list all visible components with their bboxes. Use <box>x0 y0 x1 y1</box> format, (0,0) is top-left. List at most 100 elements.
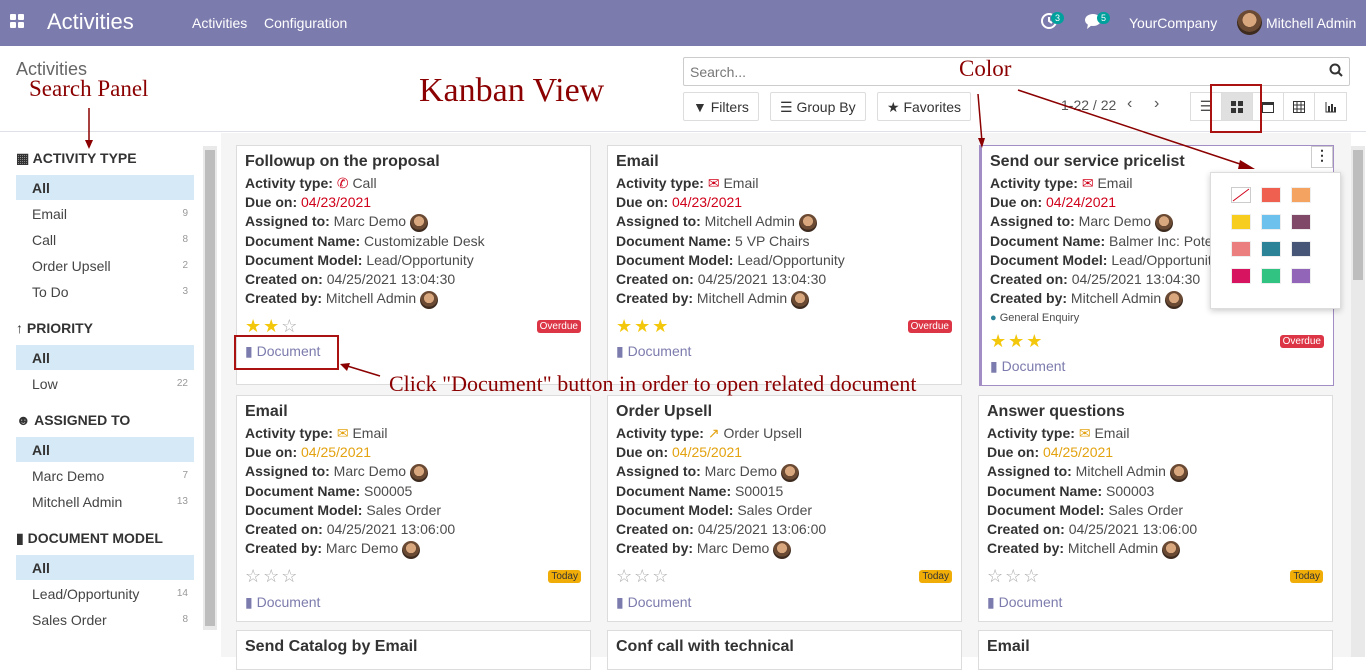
document-button[interactable]: ▮ Document <box>987 594 1062 611</box>
field-label: Document Name: <box>616 232 732 249</box>
star-empty-icon[interactable]: ☆ <box>987 566 1005 586</box>
star-empty-icon[interactable]: ☆ <box>281 566 299 586</box>
field-label: Created by: <box>245 290 323 307</box>
filter-label: Sales Order <box>32 612 107 628</box>
filter-priority-low[interactable]: Low 22 <box>16 371 194 396</box>
menu-activities[interactable]: Activities <box>192 15 247 31</box>
filter-assigned-mitchell[interactable]: Mitchell Admin 13 <box>16 489 194 514</box>
field-label: Assigned to: <box>616 213 701 230</box>
kanban-card[interactable]: Email Activity type: ✉ Email Due on: 04/23… <box>607 145 962 385</box>
color-swatch[interactable] <box>1231 268 1251 284</box>
star-empty-icon[interactable]: ☆ <box>245 566 263 586</box>
priority-stars[interactable]: ☆☆☆ <box>987 566 1041 587</box>
user-avatar[interactable] <box>1237 10 1262 35</box>
filter-label: All <box>32 442 50 458</box>
document-button[interactable]: ▮ Document <box>245 594 320 611</box>
priority-stars[interactable]: ☆☆☆ <box>616 566 670 587</box>
scrollbar-thumb[interactable] <box>1353 150 1363 280</box>
created-on-row: Created on: 04/25/2021 13:06:00 <box>616 520 953 539</box>
color-swatch[interactable] <box>1261 241 1281 257</box>
filter-assigned-all[interactable]: All <box>16 437 194 462</box>
star-empty-icon[interactable]: ☆ <box>616 566 634 586</box>
status-badge: Today <box>548 570 581 583</box>
arrow-up-icon: ↑ <box>16 320 23 336</box>
color-swatch[interactable] <box>1291 214 1311 230</box>
color-swatch[interactable] <box>1291 187 1311 203</box>
star-empty-icon[interactable]: ☆ <box>1023 566 1041 586</box>
priority-stars[interactable]: ☆☆☆ <box>245 566 299 587</box>
filter-activity-email[interactable]: Email 9 <box>16 201 194 226</box>
created-on-row: Created on: 04/25/2021 13:04:30 <box>616 270 953 289</box>
star-filled-icon[interactable]: ★ <box>634 316 652 336</box>
filter-activity-order-upsell[interactable]: Order Upsell 2 <box>16 253 194 278</box>
document-button[interactable]: ▮ Document <box>616 343 691 360</box>
main-scrollbar[interactable] <box>1351 146 1365 657</box>
filters-button[interactable]: ▼ Filters <box>683 92 759 121</box>
status-badge: Today <box>1290 570 1323 583</box>
sidebar-scrollbar[interactable] <box>203 146 217 630</box>
color-swatch[interactable] <box>1291 241 1311 257</box>
filter-activity-call[interactable]: Call 8 <box>16 227 194 252</box>
filters-label: Filters <box>710 99 749 115</box>
kanban-card[interactable]: Email <box>978 630 1333 670</box>
apps-menu-icon[interactable] <box>10 14 24 28</box>
star-empty-icon[interactable]: ☆ <box>263 566 281 586</box>
kanban-card[interactable]: Email Activity type: ✉ Email Due on: 04/25… <box>236 395 591 622</box>
activity-type-row: Activity type: ✉ Email <box>616 174 953 193</box>
document-button[interactable]: ▮ Document <box>990 358 1065 375</box>
star-filled-icon[interactable]: ★ <box>263 316 281 336</box>
kanban-card[interactable]: Answer questions Activity type: ✉ Email Du… <box>978 395 1333 622</box>
color-swatch[interactable] <box>1231 214 1251 230</box>
star-filled-icon[interactable]: ★ <box>652 316 670 336</box>
scrollbar-thumb[interactable] <box>205 150 215 626</box>
document-model-row: Document Model: Lead/Opportunity <box>245 251 582 270</box>
filter-model-all[interactable]: All <box>16 555 194 580</box>
field-label: Due on: <box>245 444 298 461</box>
kanban-card[interactable]: Send Catalog by Email <box>236 630 591 670</box>
priority-stars[interactable]: ★★☆ <box>245 316 299 337</box>
document-model-row: Document Model: Sales Order <box>987 501 1324 520</box>
filter-model-lead[interactable]: Lead/Opportunity 14 <box>16 581 194 606</box>
filter-priority-all[interactable]: All <box>16 345 194 370</box>
priority-stars[interactable]: ★★★ <box>990 331 1044 352</box>
section-title: PRIORITY <box>26 320 94 336</box>
color-swatch[interactable] <box>1231 241 1251 257</box>
filter-activity-todo[interactable]: To Do 3 <box>16 279 194 304</box>
menu-configuration[interactable]: Configuration <box>264 15 347 31</box>
group-by-button[interactable]: ☰ Group By <box>770 92 866 121</box>
due-date: 04/25/2021 <box>301 444 372 461</box>
filter-assigned-marc[interactable]: Marc Demo 7 <box>16 463 194 488</box>
search-icon[interactable] <box>1329 63 1343 77</box>
star-filled-icon[interactable]: ★ <box>1008 331 1026 351</box>
star-empty-icon[interactable]: ☆ <box>652 566 670 586</box>
star-empty-icon[interactable]: ☆ <box>281 316 299 336</box>
pivot-view-icon[interactable] <box>1284 93 1315 120</box>
document-model-value: Sales Order <box>366 501 442 518</box>
star-empty-icon[interactable]: ☆ <box>1005 566 1023 586</box>
graph-view-icon[interactable] <box>1315 93 1346 120</box>
assigned-value: Mitchell Admin <box>1075 463 1166 480</box>
color-swatch[interactable] <box>1261 214 1281 230</box>
star-empty-icon[interactable]: ☆ <box>634 566 652 586</box>
priority-stars[interactable]: ★★★ <box>616 316 670 337</box>
card-menu-icon[interactable]: ⋮ <box>1311 146 1333 168</box>
color-swatch[interactable] <box>1291 268 1311 284</box>
company-switcher[interactable]: YourCompany <box>1129 15 1217 31</box>
star-filled-icon[interactable]: ★ <box>1026 331 1044 351</box>
kanban-card[interactable]: Order Upsell Activity type: ↗ Order Upsel… <box>607 395 962 622</box>
star-filled-icon[interactable]: ★ <box>616 316 634 336</box>
avatar <box>1154 213 1173 232</box>
due-on-row: Due on: 04/25/2021 <box>245 443 582 462</box>
star-filled-icon[interactable]: ★ <box>245 316 263 336</box>
created-on-row: Created on: 04/25/2021 13:06:00 <box>245 520 582 539</box>
color-swatch[interactable] <box>1261 268 1281 284</box>
star-filled-icon[interactable]: ★ <box>990 331 1008 351</box>
favorites-button[interactable]: ★ Favorites <box>877 92 972 121</box>
filter-model-sales-order[interactable]: Sales Order 8 <box>16 607 194 632</box>
field-label: Activity type: <box>987 425 1075 441</box>
document-button[interactable]: ▮ Document <box>616 594 691 611</box>
file-icon: ▮ <box>616 343 624 359</box>
filter-activity-all[interactable]: All <box>16 175 194 200</box>
kanban-card[interactable]: Conf call with technical <box>607 630 962 670</box>
user-menu[interactable]: Mitchell Admin <box>1266 15 1356 31</box>
